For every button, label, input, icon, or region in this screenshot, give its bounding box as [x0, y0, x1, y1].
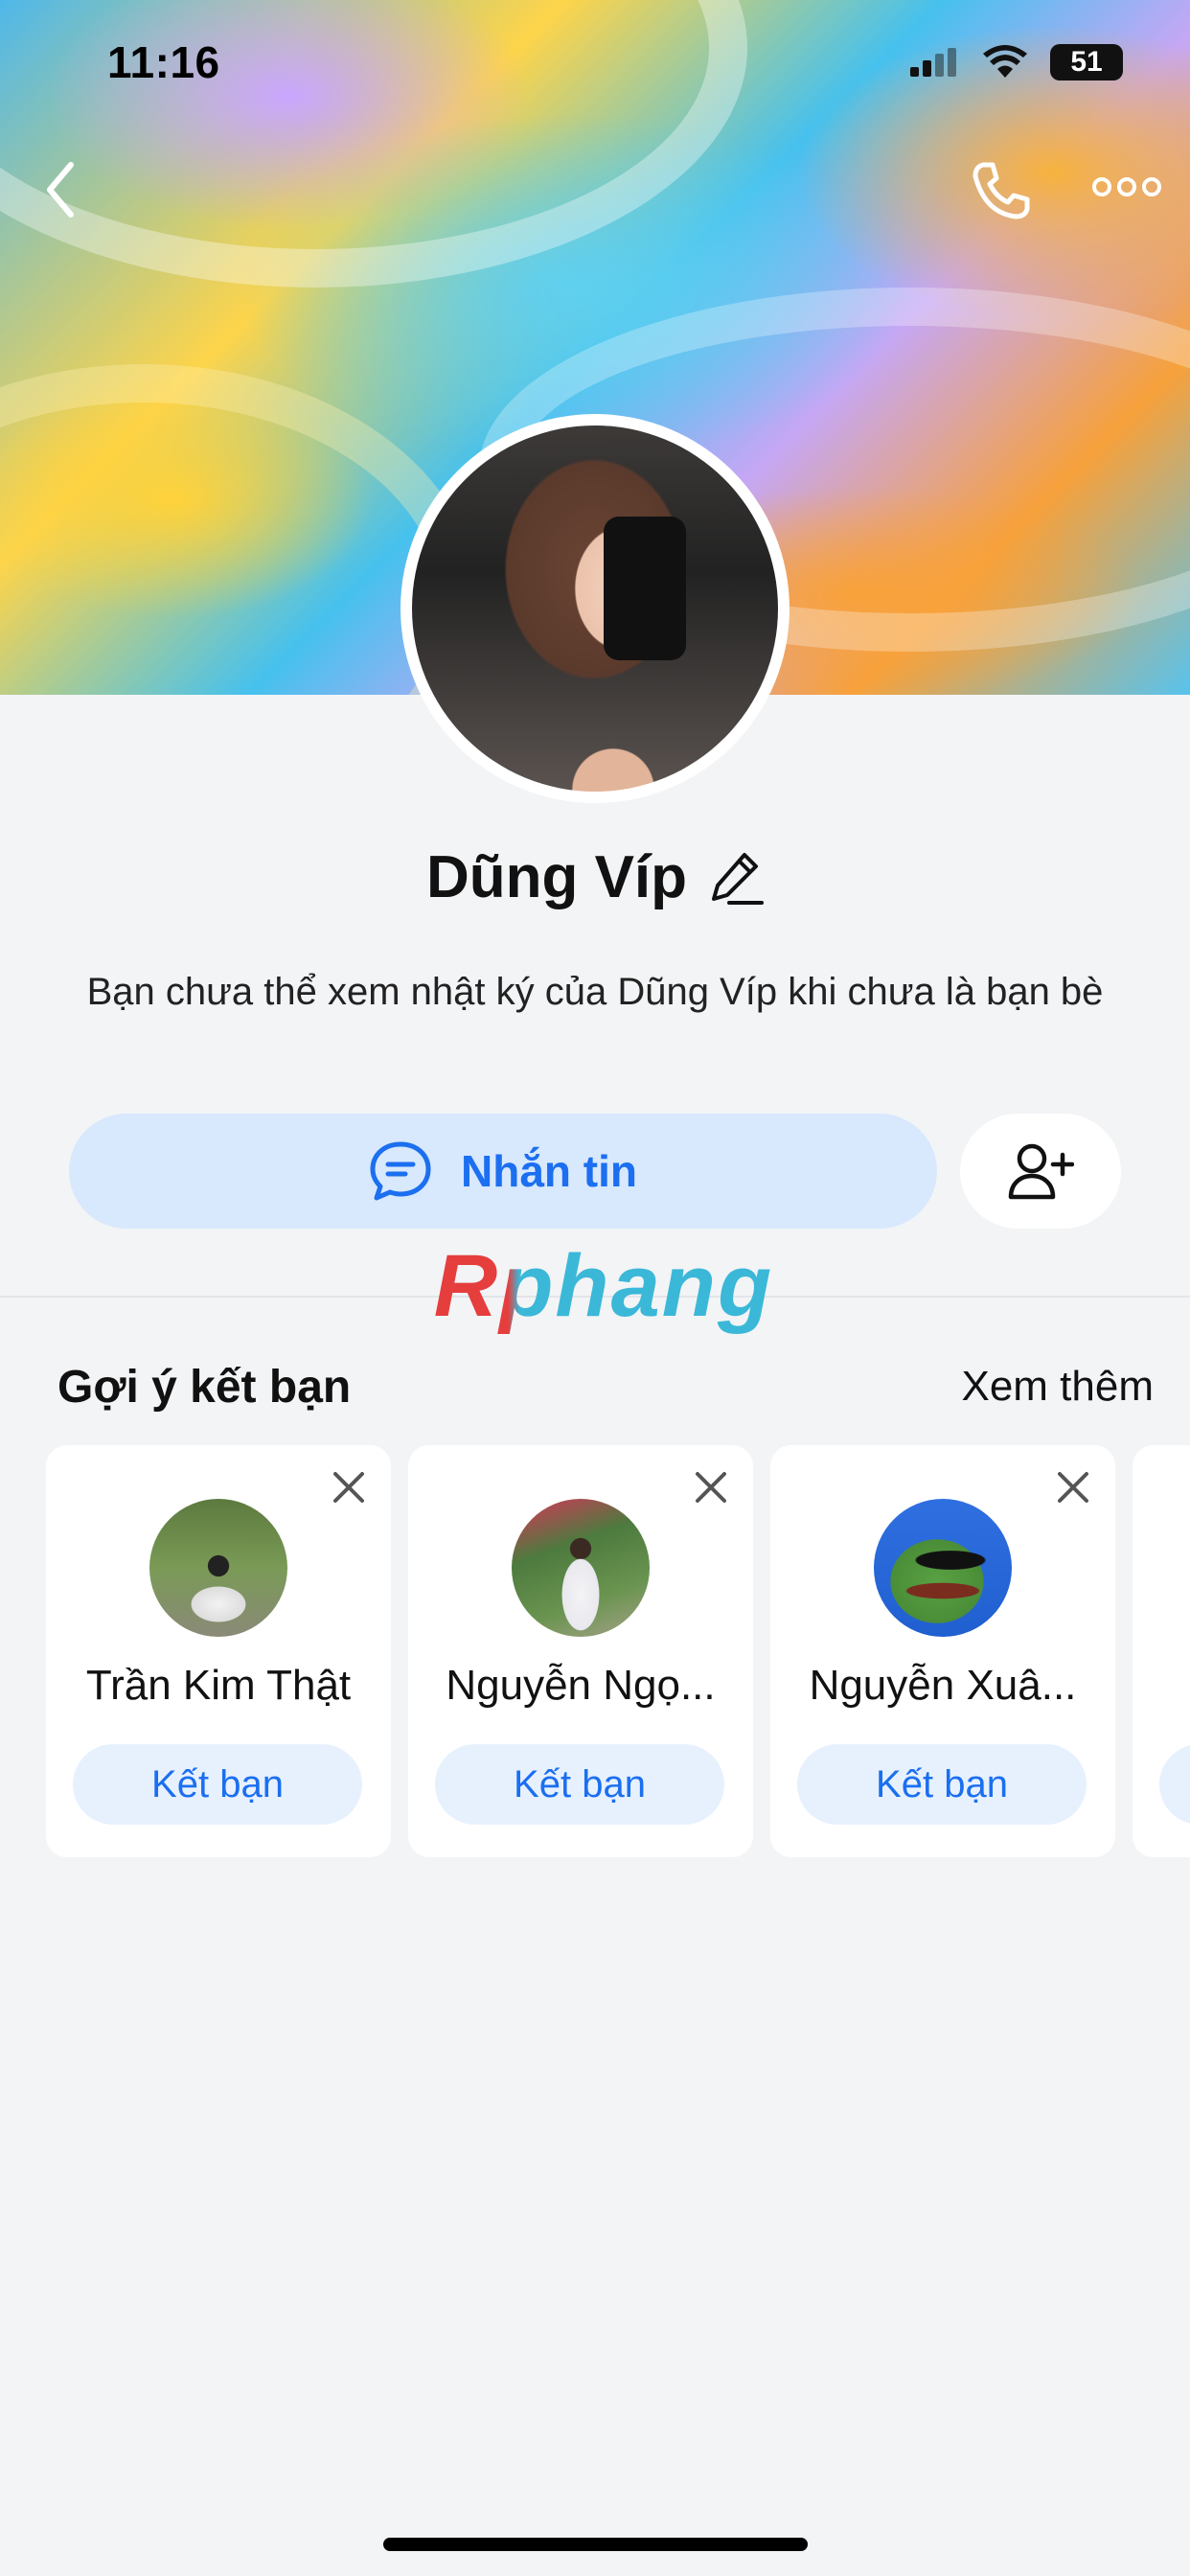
add-friend-icon [1008, 1143, 1074, 1200]
more-dots-icon[interactable] [1092, 172, 1161, 201]
battery-icon: 51 [1050, 44, 1123, 80]
message-button[interactable]: Nhắn tin [69, 1114, 937, 1229]
avatar[interactable] [874, 1499, 1012, 1637]
close-icon[interactable] [1056, 1470, 1090, 1505]
profile-name-row: Dũng Víp [0, 843, 1190, 911]
suggestion-card[interactable]: Trần Kim Thật Kết bạn [46, 1445, 391, 1857]
profile-description: Bạn chưa thể xem nhật ký của Dũng Víp kh… [86, 971, 1104, 1013]
add-friend-button[interactable] [960, 1114, 1121, 1229]
avatar[interactable] [512, 1499, 650, 1637]
chat-bubble-icon [370, 1141, 431, 1201]
message-button-label: Nhắn tin [461, 1146, 637, 1196]
close-icon[interactable] [694, 1470, 728, 1505]
see-more-link[interactable]: Xem thêm [961, 1363, 1154, 1411]
status-bar: 11:16 51 [0, 0, 1190, 134]
avatar-photo [412, 426, 778, 792]
suggestions-carousel[interactable]: Trần Kim Thật Kết bạn Nguyễn Ngọ... Kết … [46, 1445, 1190, 1857]
suggestion-name: Nguyễn Ngọ... [446, 1662, 716, 1709]
suggestions-title: Gợi ý kết bạn [57, 1362, 352, 1413]
watermark-logo: Rphang [412, 1236, 795, 1337]
suggestion-name: Trần Kim Thật [85, 1662, 352, 1709]
suggestion-card[interactable]: Nguyễn Ngọ... Kết bạn [408, 1445, 753, 1857]
profile-name: Dũng Víp [425, 844, 688, 910]
add-friend-button[interactable]: Kết bạn [797, 1744, 1087, 1825]
status-time: 11:16 [107, 37, 220, 87]
signal-icon [910, 48, 956, 77]
add-friend-button[interactable]: Kết bạn [435, 1744, 724, 1825]
profile-avatar[interactable] [400, 414, 790, 803]
suggestion-card-partial[interactable] [1133, 1445, 1190, 1857]
suggestion-name: Nguyễn Xuâ... [809, 1662, 1077, 1709]
add-friend-button[interactable]: Kết bạn [73, 1744, 362, 1825]
home-indicator[interactable] [383, 2538, 808, 2551]
avatar[interactable] [149, 1499, 287, 1637]
close-icon[interactable] [332, 1470, 366, 1505]
phone-icon[interactable] [970, 159, 1031, 220]
wifi-icon [983, 45, 1027, 78]
edit-pencil-icon[interactable] [710, 849, 765, 907]
chevron-left-icon[interactable] [38, 153, 80, 226]
add-friend-button-partial[interactable] [1159, 1744, 1190, 1825]
suggestion-card[interactable]: Nguyễn Xuâ... Kết bạn [770, 1445, 1115, 1857]
